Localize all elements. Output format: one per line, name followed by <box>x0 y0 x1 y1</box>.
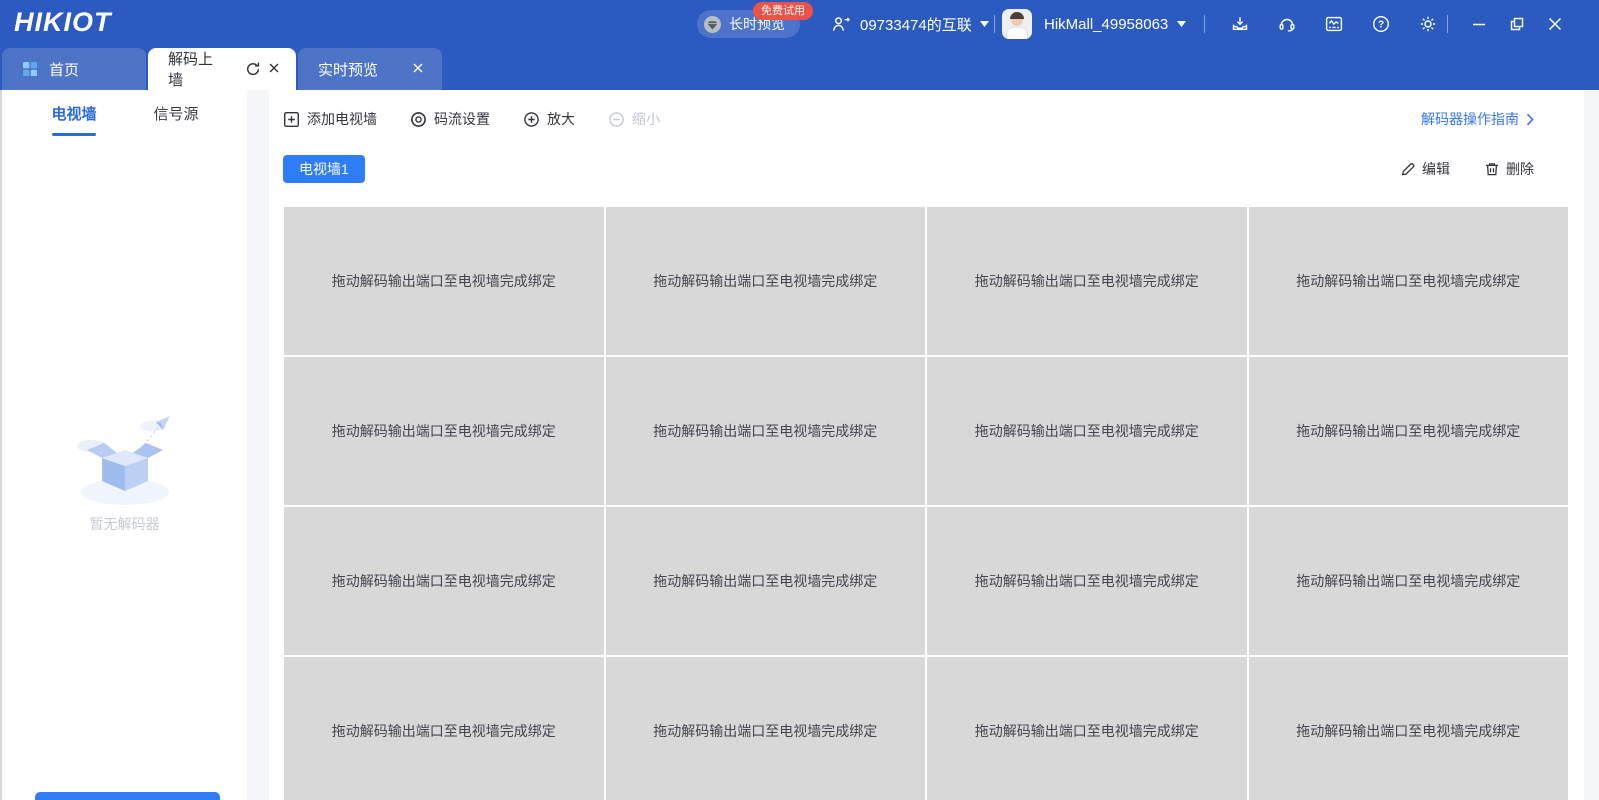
empty-state-text: 暂无解码器 <box>2 514 247 534</box>
chevron-right-icon <box>1526 113 1534 126</box>
svg-text:?: ? <box>1377 20 1383 31</box>
avatar[interactable] <box>1002 9 1032 39</box>
wall-cell[interactable]: 拖动解码输出端口至电视墙完成绑定 <box>927 357 1247 505</box>
store-name: HikMall_49958063 <box>1044 16 1168 33</box>
tab-home[interactable]: 首页 <box>2 48 146 90</box>
stream-settings-button[interactable]: 码流设置 <box>410 109 490 129</box>
wall-tab-button[interactable]: 电视墙1 <box>283 155 365 183</box>
wall-cell[interactable]: 拖动解码输出端口至电视墙完成绑定 <box>1249 657 1569 800</box>
wall-cell[interactable]: 拖动解码输出端口至电视墙完成绑定 <box>606 507 926 655</box>
decoder-guide-link[interactable]: 解码器操作指南 <box>1421 109 1534 129</box>
account-dropdown[interactable]: 09733474的互联 <box>831 0 989 48</box>
wall-cell-hint: 拖动解码输出端口至电视墙完成绑定 <box>975 721 1199 741</box>
wall-cell-hint: 拖动解码输出端口至电视墙完成绑定 <box>1296 721 1520 741</box>
zoom-out-button[interactable]: 缩小 <box>608 109 660 129</box>
chevron-down-icon <box>1177 21 1186 27</box>
close-tab-icon[interactable] <box>411 61 427 77</box>
home-grid-icon <box>22 61 38 77</box>
empty-state: 暂无解码器 <box>2 406 247 534</box>
wall-cell-hint: 拖动解码输出端口至电视墙完成绑定 <box>332 571 556 591</box>
wall-cell-hint: 拖动解码输出端口至电视墙完成绑定 <box>975 571 1199 591</box>
wall-tabs-row: 电视墙1 编辑 删除 <box>283 154 1534 184</box>
trash-icon <box>1484 161 1500 177</box>
wall-cell-hint: 拖动解码输出端口至电视墙完成绑定 <box>1296 271 1520 291</box>
customer-service-icon[interactable] <box>1278 15 1296 33</box>
tab-decode-wall[interactable]: 解码上墙 <box>148 48 296 90</box>
wall-cell[interactable]: 拖动解码输出端口至电视墙完成绑定 <box>927 507 1247 655</box>
pencil-icon <box>1400 161 1416 177</box>
vip-diamond-icon <box>703 15 722 34</box>
stream-settings-icon <box>410 111 427 128</box>
tab-live-preview-label: 实时预览 <box>318 59 405 80</box>
wall-cell[interactable]: 拖动解码输出端口至电视墙完成绑定 <box>284 507 604 655</box>
zoom-in-button[interactable]: 放大 <box>523 109 575 129</box>
wall-cell[interactable]: 拖动解码输出端口至电视墙完成绑定 <box>1249 357 1569 505</box>
wall-cell-hint: 拖动解码输出端口至电视墙完成绑定 <box>653 721 877 741</box>
help-icon[interactable]: ? <box>1372 15 1390 33</box>
tab-live-preview[interactable]: 实时预览 <box>298 48 442 90</box>
restore-window-icon[interactable] <box>1509 16 1525 32</box>
topbar-divider <box>1204 15 1205 33</box>
tab-decode-wall-label: 解码上墙 <box>168 48 225 90</box>
wall-cell-hint: 拖动解码输出端口至电视墙完成绑定 <box>332 271 556 291</box>
topbar-divider <box>994 15 995 33</box>
wall-cell[interactable]: 拖动解码输出端口至电视墙完成绑定 <box>1249 507 1569 655</box>
settings-gear-icon[interactable] <box>1419 15 1437 33</box>
main-panel: 添加电视墙 码流设置 放大 <box>269 90 1584 800</box>
sidebar-tab-signal-source[interactable]: 信号源 <box>126 103 226 136</box>
wall-cell[interactable]: 拖动解码输出端口至电视墙完成绑定 <box>606 657 926 800</box>
wall-cell[interactable]: 拖动解码输出端口至电视墙完成绑定 <box>284 357 604 505</box>
download-center-icon[interactable] <box>1231 15 1249 33</box>
account-switch-icon <box>831 14 852 35</box>
chevron-down-icon <box>980 21 989 27</box>
close-window-icon[interactable] <box>1547 16 1563 32</box>
wall-cell[interactable]: 拖动解码输出端口至电视墙完成绑定 <box>606 207 926 355</box>
account-name: 09733474的互联 <box>860 14 972 35</box>
wall-cell-hint: 拖动解码输出端口至电视墙完成绑定 <box>975 421 1199 441</box>
wall-cell[interactable]: 拖动解码输出端口至电视墙完成绑定 <box>606 357 926 505</box>
sidebar: 电视墙 信号源 <box>2 90 247 800</box>
device-status-icon[interactable] <box>1325 15 1343 33</box>
refresh-icon[interactable] <box>245 61 261 77</box>
app-logo: HIKIOT <box>14 7 112 38</box>
add-tv-wall-button[interactable]: 添加电视墙 <box>283 109 377 129</box>
wall-cell-hint: 拖动解码输出端口至电视墙完成绑定 <box>332 721 556 741</box>
wall-cell-hint: 拖动解码输出端口至电视墙完成绑定 <box>1296 571 1520 591</box>
add-decoder-button-partial[interactable] <box>35 792 220 800</box>
wall-cell[interactable]: 拖动解码输出端口至电视墙完成绑定 <box>1249 207 1569 355</box>
active-tab-underline <box>52 133 96 136</box>
wall-cell[interactable]: 拖动解码输出端口至电视墙完成绑定 <box>284 207 604 355</box>
topbar: HIKIOT 长时预览 免费试用 09733474的互联 HikM <box>0 0 1599 48</box>
delete-wall-button[interactable]: 删除 <box>1484 159 1534 179</box>
edit-wall-button[interactable]: 编辑 <box>1400 159 1450 179</box>
wall-cell-hint: 拖动解码输出端口至电视墙完成绑定 <box>332 421 556 441</box>
free-trial-badge: 免费试用 <box>753 2 813 20</box>
app-tabbar: 首页 解码上墙 实时预览 <box>0 48 1599 90</box>
store-dropdown[interactable]: HikMall_49958063 <box>1044 0 1186 48</box>
wall-cell-hint: 拖动解码输出端口至电视墙完成绑定 <box>653 421 877 441</box>
add-square-icon <box>283 111 300 128</box>
wall-cell[interactable]: 拖动解码输出端口至电视墙完成绑定 <box>927 657 1247 800</box>
wall-cell-hint: 拖动解码输出端口至电视墙完成绑定 <box>653 271 877 291</box>
tab-home-label: 首页 <box>49 59 79 80</box>
zoom-out-icon <box>608 111 625 128</box>
zoom-in-icon <box>523 111 540 128</box>
wall-cell-hint: 拖动解码输出端口至电视墙完成绑定 <box>653 571 877 591</box>
wall-cell[interactable]: 拖动解码输出端口至电视墙完成绑定 <box>927 207 1247 355</box>
minimize-icon[interactable] <box>1471 16 1487 32</box>
empty-box-illustration <box>2 406 247 510</box>
topbar-divider <box>1447 15 1448 33</box>
wall-cell[interactable]: 拖动解码输出端口至电视墙完成绑定 <box>284 657 604 800</box>
content-area: 电视墙 信号源 <box>0 90 1599 800</box>
wall-cell-hint: 拖动解码输出端口至电视墙完成绑定 <box>1296 421 1520 441</box>
close-tab-icon[interactable] <box>267 61 282 77</box>
wall-cell-hint: 拖动解码输出端口至电视墙完成绑定 <box>975 271 1199 291</box>
wall-toolbar: 添加电视墙 码流设置 放大 <box>283 104 1534 134</box>
wall-grid: 拖动解码输出端口至电视墙完成绑定拖动解码输出端口至电视墙完成绑定拖动解码输出端口… <box>284 207 1568 800</box>
sidebar-tab-tv-wall[interactable]: 电视墙 <box>24 103 124 136</box>
